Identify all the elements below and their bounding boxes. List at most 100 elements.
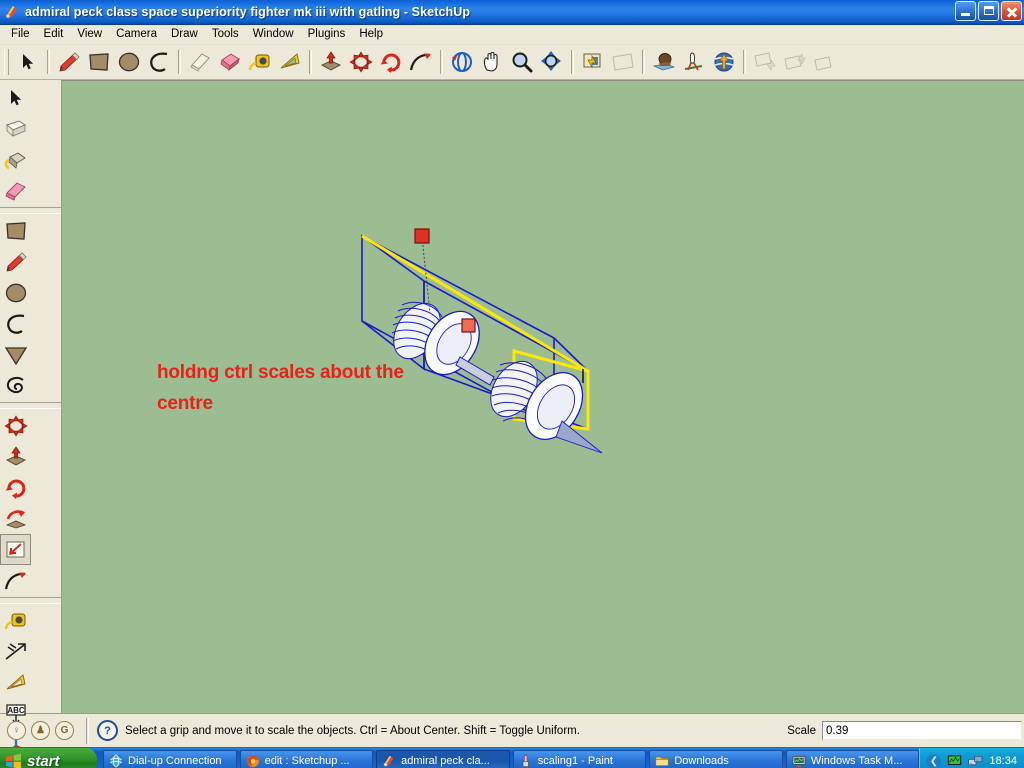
firefox-icon (246, 754, 260, 768)
menu-item-file[interactable]: File (4, 26, 37, 43)
network-icon[interactable] (968, 754, 983, 768)
taskbar-item-taskmanager[interactable]: Windows Task M... (785, 750, 920, 768)
taskbar-item-paint[interactable]: scaling1 - Paint (512, 750, 647, 768)
toolbar-separator (743, 50, 746, 74)
main-area: ABC holdng ctrl scales about the centre (0, 80, 1024, 768)
select-tool-button[interactable] (13, 47, 43, 77)
geo-credits: ♀ ♟ G (0, 721, 82, 740)
display-icon[interactable] (947, 754, 962, 768)
toolbar-separator (440, 50, 443, 74)
scale-tool-button[interactable] (0, 534, 31, 565)
taskbar-item-label: admiral peck cla... (401, 755, 490, 767)
restore-button[interactable] (978, 1, 999, 21)
toolbar-grip[interactable] (4, 49, 9, 75)
line-tool-button[interactable] (54, 47, 84, 77)
tape-measure-tool-button[interactable] (245, 47, 275, 77)
make-component-tool-button[interactable] (578, 47, 608, 77)
toolbar-separator (642, 50, 645, 74)
taskbar-item-label: edit : Sketchup ... (264, 755, 350, 767)
rectangle-tool-button[interactable] (84, 47, 114, 77)
push-pull-tool-button[interactable] (0, 441, 31, 472)
line-tool-button[interactable] (0, 246, 31, 277)
toolbar-separator (571, 50, 574, 74)
taskbar-item-dialup[interactable]: Dial-up Connection (103, 750, 237, 768)
make-component-tool-button[interactable] (0, 113, 31, 144)
question-mark-icon[interactable]: ? (97, 720, 118, 741)
toolbar-separator (0, 597, 61, 604)
menu-item-camera[interactable]: Camera (109, 26, 164, 43)
position-camera-tool-button[interactable] (649, 47, 679, 77)
rectangle-tool-button[interactable] (0, 215, 31, 246)
move-tool-button[interactable] (346, 47, 376, 77)
pan-tool-button[interactable] (477, 47, 507, 77)
eraser-tool-button[interactable] (185, 47, 215, 77)
taskbar-item-sketchup-edit[interactable]: edit : Sketchup ... (239, 750, 374, 768)
zoom-tool-button[interactable] (507, 47, 537, 77)
start-button[interactable]: start (0, 748, 97, 768)
menu-item-help[interactable]: Help (352, 26, 390, 43)
circle-tool-button[interactable] (0, 277, 31, 308)
status-divider (86, 717, 89, 744)
move-tool-button[interactable] (0, 410, 31, 441)
menu-item-edit[interactable]: Edit (37, 26, 71, 43)
freehand-tool-button[interactable] (0, 370, 31, 401)
clock[interactable]: 18:34 (989, 755, 1017, 767)
menu-item-tools[interactable]: Tools (205, 26, 246, 43)
section-plane-tool-button[interactable] (608, 47, 638, 77)
walk-tool-button[interactable] (679, 47, 709, 77)
top-toolbar (0, 45, 1024, 80)
vcb-label: Scale (787, 724, 816, 737)
get-models-tool-button[interactable] (750, 47, 780, 77)
upload-model-tool-button[interactable] (810, 47, 840, 77)
close-button[interactable] (1001, 1, 1022, 21)
menu-item-plugins[interactable]: Plugins (301, 26, 353, 43)
push-pull-tool-button[interactable] (316, 47, 346, 77)
menu-bar: File Edit View Camera Draw Tools Window … (0, 25, 1024, 45)
minimize-button[interactable] (955, 1, 976, 21)
taskbar: start Dial-up Connection edit : Sketchup… (0, 747, 1024, 768)
arc-tool-button[interactable] (0, 308, 31, 339)
taskbar-item-admiral-peck[interactable]: admiral peck cla... (376, 750, 510, 768)
circle-tool-button[interactable] (114, 47, 144, 77)
taskbar-item-downloads[interactable]: Downloads (649, 750, 783, 768)
toolbar-separator (309, 50, 312, 74)
toolbar-separator (47, 50, 50, 74)
menu-item-window[interactable]: Window (246, 26, 301, 43)
sketchup-icon (4, 4, 20, 20)
arc-tool-button[interactable] (144, 47, 174, 77)
zoom-extents-tool-button[interactable] (537, 47, 567, 77)
rotate-tool-button[interactable] (376, 47, 406, 77)
menu-item-view[interactable]: View (70, 26, 109, 43)
rotate-tool-button[interactable] (0, 472, 31, 503)
status-bar: ♀ ♟ G ? Select a grip and move it to sca… (0, 713, 1024, 747)
orbit-tool-button[interactable] (447, 47, 477, 77)
polygon-tool-button[interactable] (0, 339, 31, 370)
toolbar-separator (0, 402, 61, 409)
menu-item-draw[interactable]: Draw (164, 26, 205, 43)
person-icon[interactable]: ♟ (31, 721, 50, 740)
toolbar-separator (0, 207, 61, 214)
taskbar-item-label: Downloads (674, 755, 729, 767)
taskbar-item-label: Windows Task M... (810, 755, 903, 767)
select-tool-button[interactable] (0, 82, 31, 113)
protractor-tool-button[interactable] (0, 667, 31, 698)
network-globe-icon (109, 754, 123, 768)
eraser-tool-button[interactable] (0, 175, 31, 206)
protractor-tool-button[interactable] (275, 47, 305, 77)
geo-location-tool-button[interactable] (709, 47, 739, 77)
toolbar-separator (178, 50, 181, 74)
paint-bucket-tool-button[interactable] (0, 144, 31, 175)
paint-bucket-tool-button[interactable] (215, 47, 245, 77)
drawing-viewport[interactable]: holdng ctrl scales about the centre (62, 80, 1024, 713)
google-icon[interactable]: G (55, 721, 74, 740)
follow-me-tool-button[interactable] (0, 503, 31, 534)
dimension-tool-button[interactable] (0, 636, 31, 667)
follow-me-tool-button[interactable] (406, 47, 436, 77)
geo-location-icon[interactable]: ♀ (7, 721, 26, 740)
annotation-text: holdng ctrl scales about the centre (157, 362, 404, 415)
tape-measure-tool-button[interactable] (0, 605, 31, 636)
offset-tool-button[interactable] (0, 565, 31, 596)
vcb-input[interactable]: 0.39 (822, 721, 1022, 740)
tray-expand-icon[interactable]: ❮ (926, 753, 942, 768)
share-model-tool-button[interactable] (780, 47, 810, 77)
